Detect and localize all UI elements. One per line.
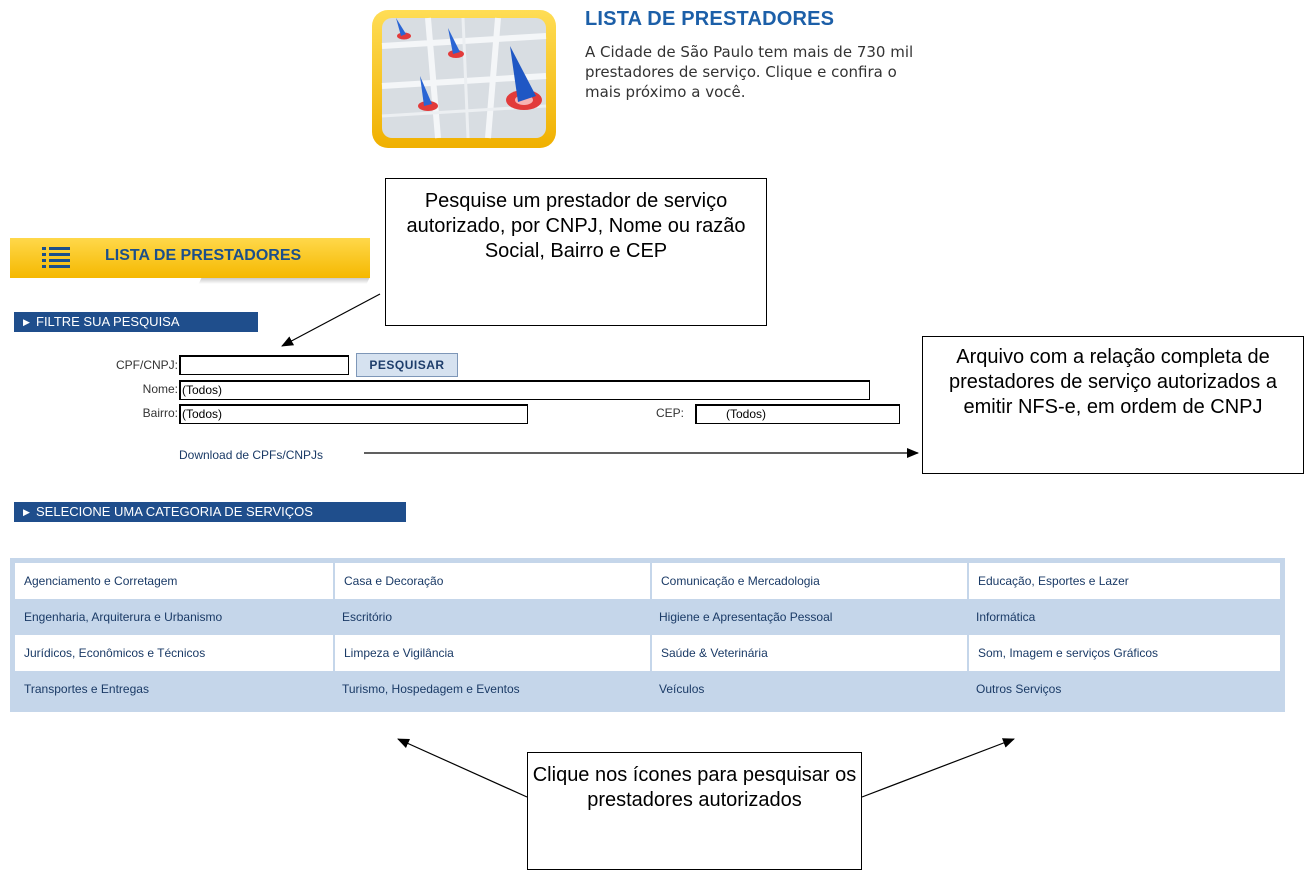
icons-callout: Clique nos ícones para pesquisar os pres… — [527, 752, 862, 870]
arrow-to-categories-left — [397, 738, 528, 798]
search-callout: Pesquise um prestador de serviço autoriz… — [385, 178, 767, 326]
arrow-to-categories-right — [861, 738, 1015, 798]
download-callout: Arquivo com a relação completa de presta… — [922, 336, 1304, 474]
arrow-to-cpf — [281, 293, 381, 347]
